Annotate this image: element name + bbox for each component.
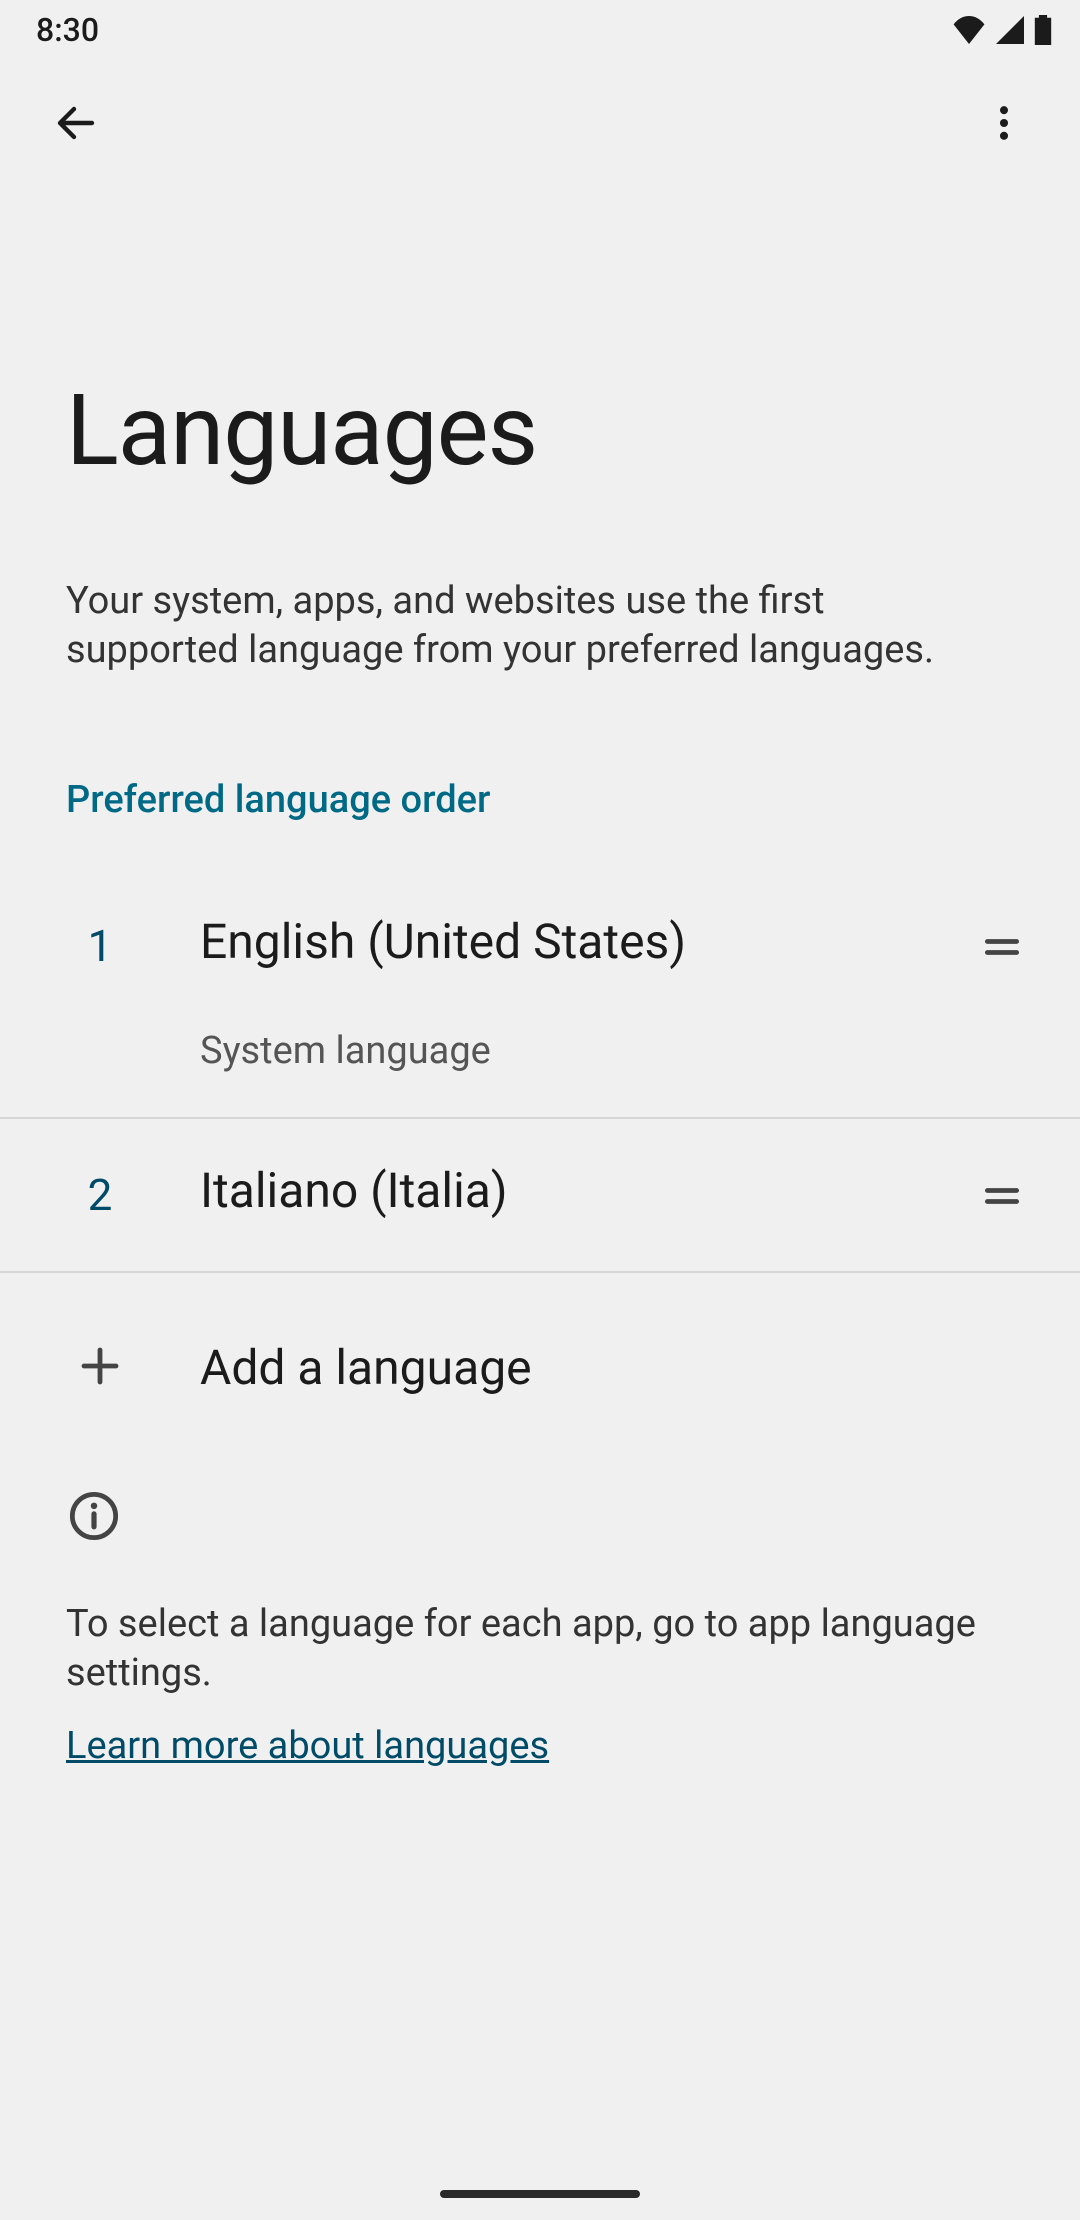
language-item[interactable]: 1 English (United States) System languag… — [0, 870, 1080, 1119]
learn-more-link[interactable]: Learn more about languages — [66, 1724, 549, 1768]
add-language-button[interactable]: Add a language — [0, 1273, 1080, 1462]
add-language-label: Add a language — [200, 1339, 532, 1396]
page-description: Your system, apps, and websites use the … — [0, 483, 1010, 674]
page-title: Languages — [0, 190, 1080, 483]
language-item[interactable]: 2 Italiano (Italia) — [0, 1119, 1080, 1273]
toolbar — [0, 60, 1080, 190]
status-bar: 8:30 — [0, 0, 1080, 60]
language-sublabel: System language — [200, 1029, 970, 1073]
info-block: To select a language for each app, go to… — [0, 1462, 1080, 1767]
plus-icon — [76, 1342, 124, 1394]
signal-icon — [996, 16, 1024, 44]
language-label: Italiano (Italia) — [200, 1163, 970, 1218]
language-body: English (United States) System language — [200, 914, 970, 1073]
back-button[interactable] — [40, 89, 112, 161]
info-icon — [66, 1488, 122, 1544]
status-time: 8:30 — [36, 11, 99, 49]
gesture-bar[interactable] — [440, 2190, 640, 2198]
overflow-menu-button[interactable] — [968, 89, 1040, 161]
status-indicators — [952, 15, 1052, 45]
language-body: Italiano (Italia) — [200, 1163, 970, 1218]
drag-handle-icon — [980, 925, 1024, 973]
wifi-icon — [952, 16, 986, 44]
add-icon-slot — [0, 1342, 200, 1394]
language-order-number: 1 — [0, 914, 200, 972]
drag-handle[interactable] — [970, 1163, 1034, 1227]
more-vert-icon — [982, 101, 1026, 149]
drag-handle-icon — [980, 1174, 1024, 1222]
language-order-number: 2 — [0, 1163, 200, 1221]
battery-icon — [1034, 15, 1052, 45]
drag-handle[interactable] — [970, 914, 1034, 978]
language-label: English (United States) — [200, 914, 970, 969]
language-list: 1 English (United States) System languag… — [0, 870, 1080, 1273]
arrow-left-icon — [52, 99, 100, 151]
info-text: To select a language for each app, go to… — [66, 1600, 1014, 1697]
section-header-preferred-order: Preferred language order — [0, 674, 1080, 822]
